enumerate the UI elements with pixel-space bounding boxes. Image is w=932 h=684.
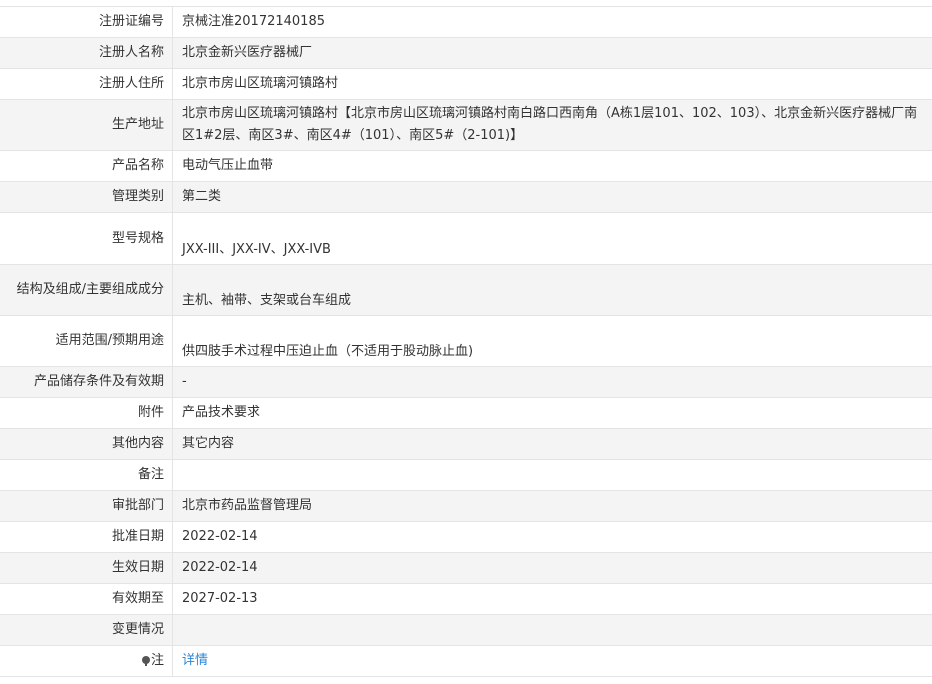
row-label-effective-date: 生效日期 xyxy=(0,552,173,584)
table-row: 批准日期 2022-02-14 xyxy=(0,521,932,553)
row-label-remark: 注 xyxy=(0,645,173,677)
registration-detail-table: 注册证编号 京械注准20172140185 注册人名称 北京金新兴医疗器械厂 注… xyxy=(0,6,932,677)
row-value-registrant-name: 北京金新兴医疗器械厂 xyxy=(172,37,932,69)
row-value-registration-no: 京械注准20172140185 xyxy=(172,6,932,38)
row-value-other-content: 其它内容 xyxy=(172,428,932,460)
remark-label-text: 注 xyxy=(150,653,164,668)
row-value-management-class: 第二类 xyxy=(172,181,932,213)
table-row: 注册人住所 北京市房山区琉璃河镇路村 xyxy=(0,68,932,100)
row-label-intended-use: 适用范围/预期用途 xyxy=(0,315,173,367)
table-row: 结构及组成/主要组成成分 主机、袖带、支架或台车组成 xyxy=(0,264,932,316)
row-value-approval-dept: 北京市药品监督管理局 xyxy=(172,490,932,522)
table-row: 产品储存条件及有效期 - xyxy=(0,366,932,398)
row-value-remark: 详情 xyxy=(172,645,932,677)
row-value-structure: 主机、袖带、支架或台车组成 xyxy=(172,264,932,316)
row-value-change-status xyxy=(172,614,932,646)
row-value-production-address: 北京市房山区琉璃河镇路村【北京市房山区琉璃河镇路村南白路口西南角（A栋1层101… xyxy=(172,99,932,151)
registration-detail-page: 注册证编号 京械注准20172140185 注册人名称 北京金新兴医疗器械厂 注… xyxy=(0,0,932,684)
table-row: 变更情况 xyxy=(0,614,932,646)
row-label-storage: 产品储存条件及有效期 xyxy=(0,366,173,398)
row-label-change-status: 变更情况 xyxy=(0,614,173,646)
row-label-registrant-name: 注册人名称 xyxy=(0,37,173,69)
table-row: 生效日期 2022-02-14 xyxy=(0,552,932,584)
table-row: 附件 产品技术要求 xyxy=(0,397,932,429)
row-label-other-content: 其他内容 xyxy=(0,428,173,460)
row-value-registrant-address: 北京市房山区琉璃河镇路村 xyxy=(172,68,932,100)
table-row: 生产地址 北京市房山区琉璃河镇路村【北京市房山区琉璃河镇路村南白路口西南角（A栋… xyxy=(0,99,932,151)
row-value-intended-use: 供四肢手术过程中压迫止血（不适用于股动脉止血) xyxy=(172,315,932,367)
row-value-approval-date: 2022-02-14 xyxy=(172,521,932,553)
table-row: 产品名称 电动气压止血带 xyxy=(0,150,932,182)
row-label-model-spec: 型号规格 xyxy=(0,212,173,265)
info-bulb-icon xyxy=(141,655,150,666)
table-row: 审批部门 北京市药品监督管理局 xyxy=(0,490,932,522)
table-row: 适用范围/预期用途 供四肢手术过程中压迫止血（不适用于股动脉止血) xyxy=(0,315,932,367)
row-label-registration-no: 注册证编号 xyxy=(0,6,173,38)
table-row: 其他内容 其它内容 xyxy=(0,428,932,460)
row-label-production-address: 生产地址 xyxy=(0,99,173,151)
row-value-notes xyxy=(172,459,932,491)
table-row: 备注 xyxy=(0,459,932,491)
row-value-valid-until: 2027-02-13 xyxy=(172,583,932,615)
row-value-effective-date: 2022-02-14 xyxy=(172,552,932,584)
row-label-approval-dept: 审批部门 xyxy=(0,490,173,522)
table-row: 注册人名称 北京金新兴医疗器械厂 xyxy=(0,37,932,69)
row-label-approval-date: 批准日期 xyxy=(0,521,173,553)
row-value-attachment: 产品技术要求 xyxy=(172,397,932,429)
row-value-storage: - xyxy=(172,366,932,398)
row-value-model-spec: JXX-III、JXX-IV、JXX-IVB xyxy=(172,212,932,265)
row-label-notes: 备注 xyxy=(0,459,173,491)
row-label-attachment: 附件 xyxy=(0,397,173,429)
table-row: 有效期至 2027-02-13 xyxy=(0,583,932,615)
row-value-product-name: 电动气压止血带 xyxy=(172,150,932,182)
row-label-valid-until: 有效期至 xyxy=(0,583,173,615)
row-label-registrant-address: 注册人住所 xyxy=(0,68,173,100)
row-label-product-name: 产品名称 xyxy=(0,150,173,182)
table-row: 注 详情 xyxy=(0,645,932,677)
row-label-management-class: 管理类别 xyxy=(0,181,173,213)
table-row: 管理类别 第二类 xyxy=(0,181,932,213)
details-link[interactable]: 详情 xyxy=(182,653,208,668)
table-row: 注册证编号 京械注准20172140185 xyxy=(0,6,932,38)
table-row: 型号规格 JXX-III、JXX-IV、JXX-IVB xyxy=(0,212,932,265)
row-label-structure: 结构及组成/主要组成成分 xyxy=(0,264,173,316)
